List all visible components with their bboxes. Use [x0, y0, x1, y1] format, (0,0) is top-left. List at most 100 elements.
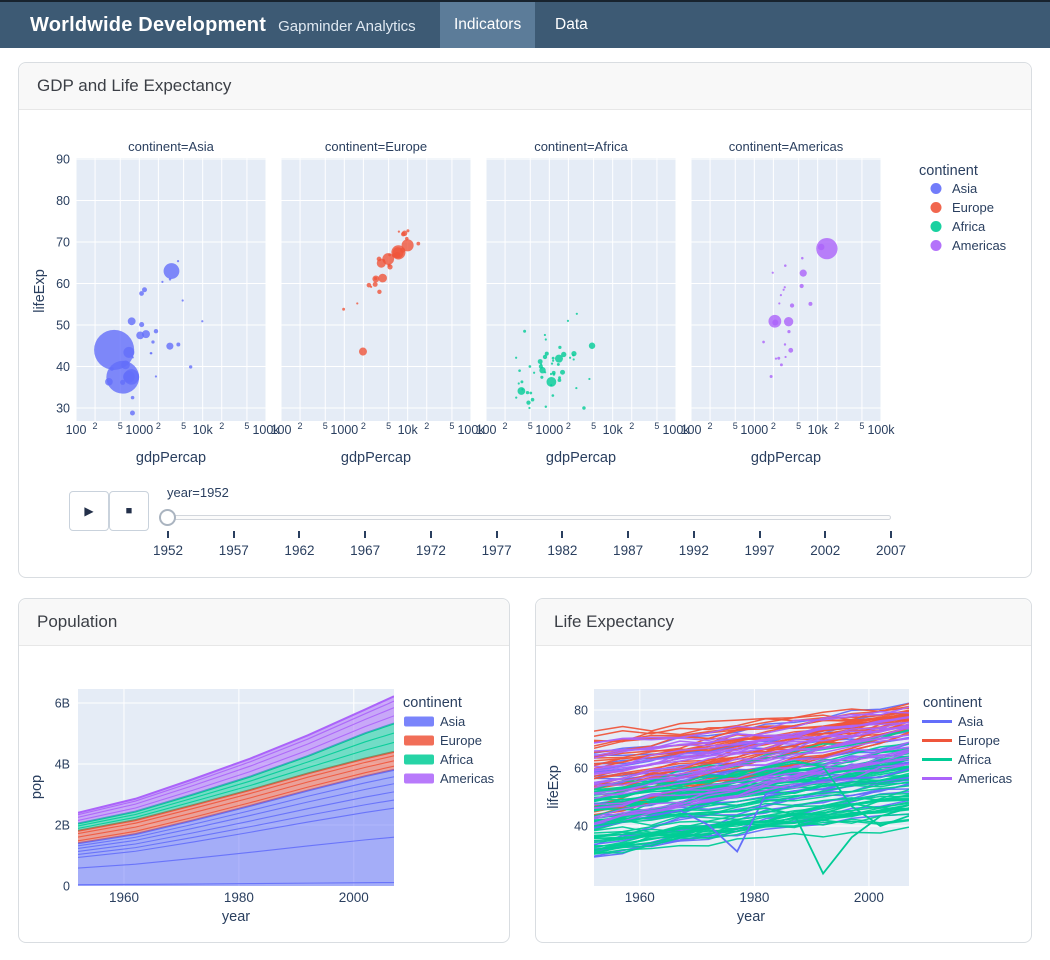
svg-text:5: 5 [323, 421, 328, 431]
tab-data[interactable]: Data [541, 2, 602, 48]
svg-text:5: 5 [118, 421, 123, 431]
life-expectancy-chart-svg[interactable]: 406080196019802000lifeExpyearcontinentAs… [536, 645, 1031, 943]
svg-text:5: 5 [386, 421, 391, 431]
svg-text:1000: 1000 [330, 423, 358, 437]
svg-text:5: 5 [796, 421, 801, 431]
svg-text:continent=Asia: continent=Asia [128, 139, 214, 154]
svg-text:2: 2 [424, 421, 429, 431]
svg-text:2: 2 [219, 421, 224, 431]
card-life-expectancy: Life Expectancy 406080196019802000lifeEx… [535, 598, 1032, 943]
svg-text:continent=Africa: continent=Africa [534, 139, 628, 154]
svg-text:continent: continent [923, 695, 982, 711]
animation-controls: ▶ ■ year=1952 19521957196219671972197719… [19, 471, 1031, 577]
facet-americas: continent=Americas100100010k100k252525gd… [681, 139, 896, 466]
svg-text:50: 50 [56, 319, 70, 333]
slider-tick-mark [430, 531, 432, 538]
svg-text:2: 2 [93, 421, 98, 431]
svg-text:6B: 6B [55, 697, 70, 711]
svg-text:40: 40 [574, 820, 588, 834]
svg-text:Europe: Europe [958, 733, 1000, 748]
year-slider-track[interactable] [168, 515, 891, 520]
svg-text:5: 5 [181, 421, 186, 431]
app: { "header": { "title": "Worldwide Develo… [0, 0, 1050, 960]
svg-text:5: 5 [654, 421, 659, 431]
facet-asia: continent=Asia100100010k100k252525gdpPer… [66, 139, 281, 466]
slider-tick-label-1997[interactable]: 1997 [745, 543, 775, 558]
svg-text:5: 5 [528, 421, 533, 431]
slider-tick-label-1987[interactable]: 1987 [613, 543, 643, 558]
slider-tick-mark [364, 531, 366, 538]
svg-text:2: 2 [566, 421, 571, 431]
card-population: Population 02B4B6B196019802000popyearcon… [18, 598, 510, 943]
slider-tick-label-1977[interactable]: 1977 [482, 543, 512, 558]
svg-text:100: 100 [681, 423, 702, 437]
svg-text:2: 2 [771, 421, 776, 431]
svg-text:2: 2 [629, 421, 634, 431]
svg-text:gdpPercap: gdpPercap [136, 450, 206, 466]
play-icon: ▶ [84, 504, 93, 518]
gdp-life-chart-svg[interactable]: continent=Asia 100 1000 10k 100k 2 5 2 5 2 5 gdpPer… [19, 131, 1031, 471]
card-gdp-life: GDP and Life Expectancy continent=Asia10… [18, 62, 1032, 578]
slider-tick-label-1957[interactable]: 1957 [219, 543, 249, 558]
year-slider-handle[interactable] [159, 509, 176, 526]
slider-tick-label-2007[interactable]: 2007 [876, 543, 906, 558]
svg-text:1000: 1000 [740, 423, 768, 437]
svg-text:10k: 10k [193, 423, 214, 437]
svg-text:5: 5 [449, 421, 454, 431]
stop-button[interactable]: ■ [109, 491, 149, 531]
svg-text:0: 0 [63, 880, 70, 894]
slider-tick-label-1982[interactable]: 1982 [547, 543, 577, 558]
slider-tick-mark [496, 531, 498, 538]
svg-text:lifeExp: lifeExp [32, 269, 48, 313]
slider-tick-mark [693, 531, 695, 538]
svg-text:Africa: Africa [958, 752, 992, 767]
svg-text:continent=Europe: continent=Europe [325, 139, 427, 154]
svg-text:continent: continent [403, 695, 462, 711]
slider-tick-mark [298, 531, 300, 538]
svg-text:1000: 1000 [125, 423, 153, 437]
svg-text:100: 100 [66, 423, 87, 437]
svg-text:100k: 100k [867, 423, 895, 437]
slider-tick-label-2002[interactable]: 2002 [810, 543, 840, 558]
app-header: Worldwide Development Gapminder Analytic… [0, 0, 1050, 48]
facet-europe: continent=Europe100100010k100k252525gdpP… [271, 139, 486, 466]
tab-indicators[interactable]: Indicators [440, 2, 535, 48]
slider-tick-label-1962[interactable]: 1962 [284, 543, 314, 558]
svg-text:Americas: Americas [952, 238, 1007, 253]
svg-text:1980: 1980 [224, 890, 254, 905]
svg-text:100: 100 [271, 423, 292, 437]
svg-text:2: 2 [156, 421, 161, 431]
gdp-life-chart[interactable]: continent=Asia 100 1000 10k 100k 2 5 2 5 2 5 gdpPer… [19, 131, 1031, 471]
population-chart-svg[interactable]: 02B4B6B196019802000popyearcontinentAsiaE… [19, 645, 509, 943]
svg-text:year: year [737, 909, 765, 925]
card-population-title: Population [19, 599, 509, 646]
svg-text:Asia: Asia [440, 714, 466, 729]
svg-text:Asia: Asia [952, 181, 978, 196]
svg-text:pop: pop [29, 775, 45, 799]
life-expectancy-chart[interactable]: 406080196019802000lifeExpyearcontinentAs… [536, 645, 1031, 943]
svg-text:100: 100 [476, 423, 497, 437]
svg-text:40: 40 [56, 360, 70, 374]
app-subtitle: Gapminder Analytics [278, 18, 416, 35]
svg-text:Africa: Africa [952, 219, 986, 234]
slider-tick-mark [561, 531, 563, 538]
play-button[interactable]: ▶ [69, 491, 109, 531]
svg-text:continent=Americas: continent=Americas [729, 139, 844, 154]
svg-text:1000: 1000 [535, 423, 563, 437]
facet-africa: continent=Africa100100010k100k252525gdpP… [476, 139, 691, 466]
slider-tick-label-1972[interactable]: 1972 [416, 543, 446, 558]
slider-tick-label-1952[interactable]: 1952 [153, 543, 183, 558]
svg-text:Asia: Asia [958, 714, 984, 729]
card-life-expectancy-title: Life Expectancy [536, 599, 1031, 646]
slider-tick-label-1992[interactable]: 1992 [679, 543, 709, 558]
svg-text:80: 80 [574, 704, 588, 718]
svg-text:5: 5 [591, 421, 596, 431]
svg-text:80: 80 [56, 194, 70, 208]
svg-text:30: 30 [56, 402, 70, 416]
population-chart[interactable]: 02B4B6B196019802000popyearcontinentAsiaE… [19, 645, 509, 943]
slider-tick-label-1967[interactable]: 1967 [350, 543, 380, 558]
svg-text:Europe: Europe [440, 733, 482, 748]
svg-text:lifeExp: lifeExp [546, 765, 562, 809]
life-legend: continentAsiaEuropeAfricaAmericas [922, 695, 1013, 786]
svg-text:70: 70 [56, 236, 70, 250]
